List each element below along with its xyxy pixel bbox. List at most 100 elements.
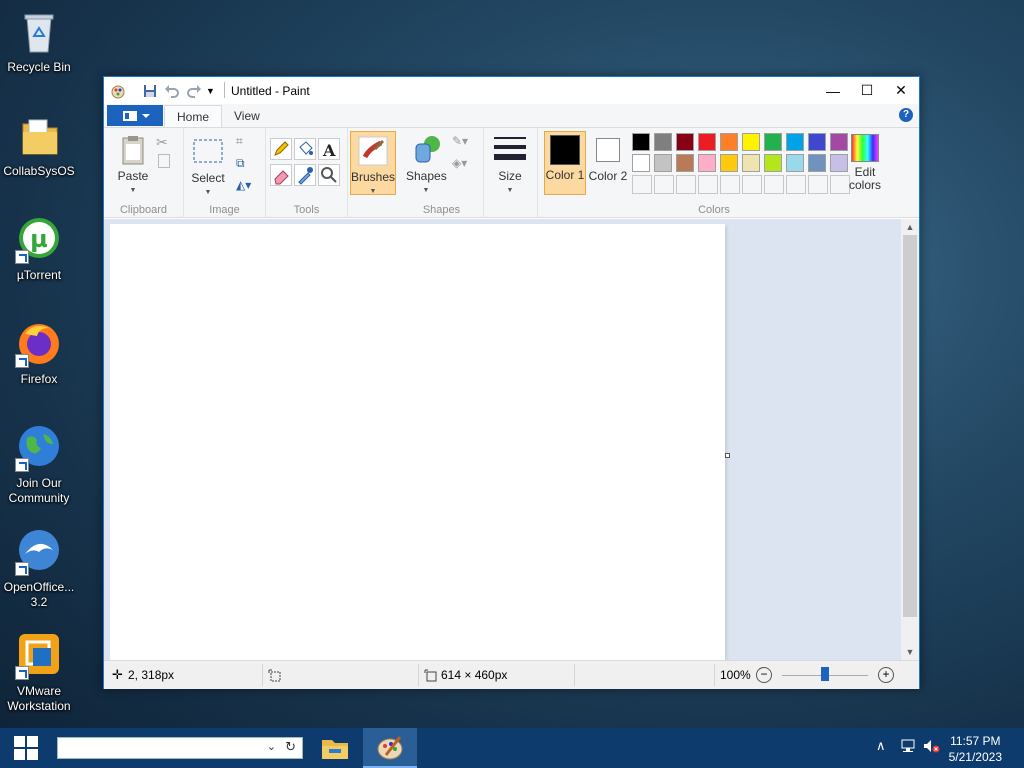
zoom-out-icon[interactable]: − <box>756 667 772 683</box>
edit-colors-button[interactable]: Edit colors <box>844 134 886 192</box>
volume-muted-icon[interactable] <box>922 738 940 757</box>
search-dropdown-icon[interactable]: ⌄ <box>267 740 276 753</box>
copy-icon[interactable] <box>158 154 170 168</box>
palette-swatch[interactable] <box>808 133 826 151</box>
palette-swatch[interactable] <box>786 154 804 172</box>
select-button[interactable]: Select ▼ <box>190 136 226 199</box>
palette-swatch[interactable] <box>654 133 672 151</box>
vertical-scrollbar[interactable]: ▲ ▼ <box>901 219 919 660</box>
paint-icon <box>377 736 403 760</box>
pencil-icon[interactable] <box>270 138 292 160</box>
window-title: Untitled - Paint <box>231 84 310 98</box>
clock-date: 5/21/2023 <box>948 750 1002 764</box>
system-clock[interactable]: 11:57 PM 5/21/2023 <box>949 733 1002 765</box>
drawing-canvas[interactable] <box>110 224 725 660</box>
color2-button[interactable]: Color 2 <box>588 131 628 183</box>
resize-icon[interactable]: ⧉ <box>236 156 245 171</box>
eraser-icon[interactable] <box>270 164 292 186</box>
redo-icon[interactable] <box>186 83 202 99</box>
canvas-resize-handle[interactable] <box>725 453 730 458</box>
size-button[interactable]: Size ▼ <box>490 134 530 197</box>
palette-swatch[interactable] <box>720 154 738 172</box>
zoom-in-icon[interactable]: + <box>878 667 894 683</box>
palette-swatch-empty[interactable] <box>742 175 762 194</box>
rotate-icon[interactable]: ◭▾ <box>236 178 251 192</box>
palette-swatch-empty[interactable] <box>676 175 696 194</box>
taskbar-search-input[interactable]: ⌄ ↻ <box>57 737 303 759</box>
maximize-button[interactable]: ☐ <box>850 77 884 104</box>
palette-swatch[interactable] <box>786 133 804 151</box>
desktop-icon-firefox[interactable]: Firefox <box>0 320 78 387</box>
palette-swatch-empty[interactable] <box>808 175 828 194</box>
undo-icon[interactable] <box>164 83 180 99</box>
desktop-icon-openoffice[interactable]: OpenOffice... 3.2 <box>0 528 78 610</box>
selection-size-icon <box>268 661 282 689</box>
tab-view[interactable]: View <box>222 105 272 128</box>
fill-icon[interactable]: ◈▾ <box>452 156 467 170</box>
palette-swatch[interactable] <box>808 154 826 172</box>
palette-swatch[interactable] <box>654 154 672 172</box>
line-width-icon <box>494 134 526 166</box>
show-hidden-icons-icon[interactable]: ∧ <box>876 738 886 754</box>
palette-swatch-empty[interactable] <box>632 175 652 194</box>
minimize-button[interactable]: — <box>816 77 850 104</box>
clipboard-icon <box>117 134 149 166</box>
canvas-area[interactable] <box>104 219 902 660</box>
cut-icon[interactable]: ✂ <box>156 134 168 151</box>
desktop-icon-label: µTorrent <box>16 268 62 282</box>
help-icon[interactable]: ? <box>899 108 913 122</box>
title-bar[interactable]: ▼ Untitled - Paint — ☐ ✕ <box>104 77 919 104</box>
paste-button[interactable]: Paste ▼ <box>112 134 154 197</box>
palette-swatch[interactable] <box>764 133 782 151</box>
scrollbar-thumb[interactable] <box>903 235 917 617</box>
text-tool-icon[interactable]: A <box>318 138 340 160</box>
taskbar-paint[interactable] <box>363 728 417 768</box>
palette-swatch[interactable] <box>632 154 650 172</box>
color-picker-icon[interactable] <box>294 164 316 186</box>
palette-swatch[interactable] <box>764 154 782 172</box>
brushes-button[interactable]: Brushes ▼ <box>350 131 396 195</box>
tab-home[interactable]: Home <box>164 105 223 128</box>
paint-app-icon[interactable] <box>110 83 126 99</box>
shortcut-arrow-icon <box>15 458 29 472</box>
palette-swatch[interactable] <box>698 154 716 172</box>
palette-swatch[interactable] <box>676 154 694 172</box>
palette-swatch[interactable] <box>742 154 760 172</box>
shapes-button[interactable]: Shapes ▼ <box>406 134 447 197</box>
fill-bucket-icon[interactable] <box>294 138 316 160</box>
palette-swatch[interactable] <box>720 133 738 151</box>
outline-icon[interactable]: ✎▾ <box>452 134 468 148</box>
desktop-icon-collabsysos[interactable]: CollabSysOS <box>0 112 78 179</box>
palette-swatch[interactable] <box>676 133 694 151</box>
close-button[interactable]: ✕ <box>884 77 918 104</box>
file-menu-button[interactable] <box>107 105 163 126</box>
scroll-up-icon[interactable]: ▲ <box>901 219 919 235</box>
palette-swatch[interactable] <box>632 133 650 151</box>
magnifier-icon[interactable] <box>318 164 340 186</box>
status-separator <box>714 664 715 686</box>
palette-swatch-empty[interactable] <box>764 175 784 194</box>
palette-swatch[interactable] <box>742 133 760 151</box>
zoom-slider-thumb[interactable] <box>821 667 829 681</box>
start-button[interactable] <box>0 728 52 768</box>
desktop-icon-utorrent[interactable]: µ µTorrent <box>0 216 78 283</box>
desktop-icon-vmware[interactable]: VMware Workstation <box>0 632 78 714</box>
group-clipboard: Paste ▼ ✂ Clipboard <box>104 128 184 218</box>
palette-swatch-empty[interactable] <box>698 175 718 194</box>
scroll-down-icon[interactable]: ▼ <box>901 644 919 660</box>
taskbar-file-explorer[interactable] <box>308 728 362 768</box>
desktop-icon-recycle-bin[interactable]: Recycle Bin <box>0 8 78 75</box>
group-label: Colors <box>698 204 730 216</box>
palette-swatch[interactable] <box>698 133 716 151</box>
palette-swatch-empty[interactable] <box>720 175 740 194</box>
network-icon[interactable] <box>900 738 916 757</box>
save-icon[interactable] <box>142 83 158 99</box>
customize-quick-access-icon[interactable]: ▼ <box>206 86 222 102</box>
crop-icon[interactable]: ⌗ <box>236 134 243 149</box>
palette-swatch-empty[interactable] <box>654 175 674 194</box>
color-spectrum-icon <box>851 134 879 162</box>
desktop-icon-join-community[interactable]: Join Our Community <box>0 424 78 506</box>
color1-button[interactable]: Color 1 <box>544 131 586 195</box>
refresh-icon[interactable]: ↻ <box>285 739 296 755</box>
palette-swatch-empty[interactable] <box>786 175 806 194</box>
